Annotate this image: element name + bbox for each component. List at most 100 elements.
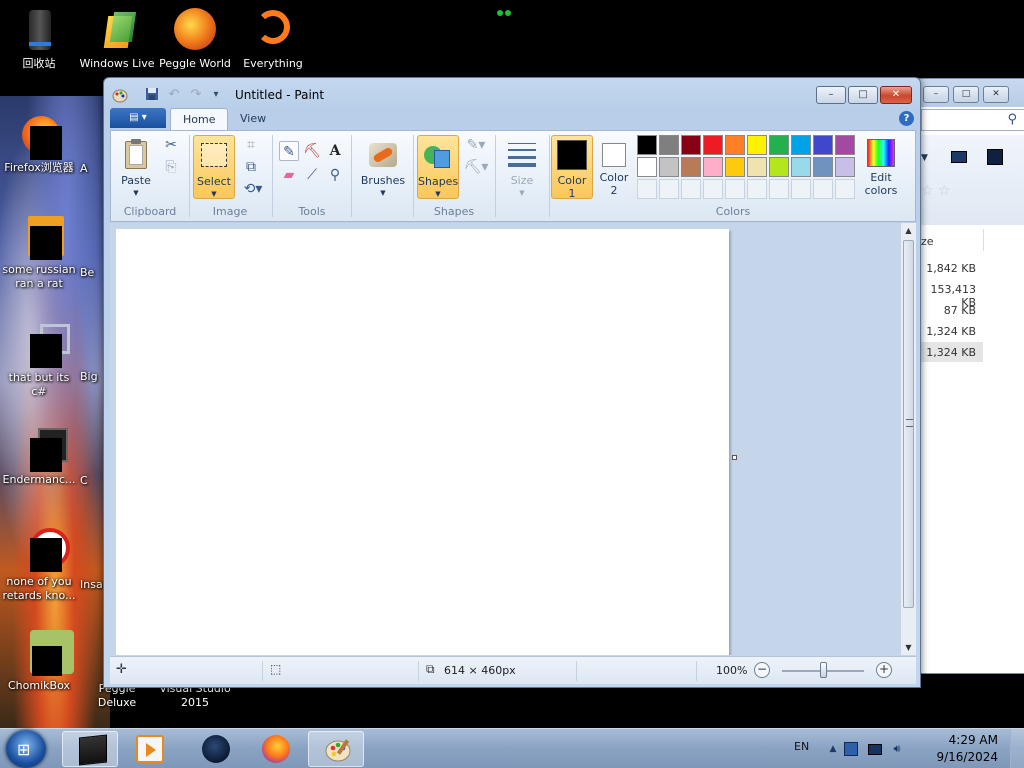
palette-swatch[interactable] [681, 135, 701, 155]
taskbar-item-steam[interactable] [186, 731, 242, 767]
taskbar-item-firefox[interactable] [246, 731, 302, 767]
custom-color-slot[interactable] [659, 179, 679, 199]
outline-icon[interactable]: ✎▾ [463, 135, 489, 155]
palette-swatch[interactable] [747, 157, 767, 177]
zoom-in-button[interactable]: + [876, 662, 892, 678]
palette-swatch[interactable] [703, 157, 723, 177]
palette-swatch[interactable] [681, 157, 701, 177]
palette-swatch[interactable] [769, 157, 789, 177]
taskbar-item-paint[interactable] [308, 731, 364, 767]
palette-swatch[interactable] [769, 135, 789, 155]
palette-swatch[interactable] [747, 135, 767, 155]
brushes-button[interactable]: Brushes ▼ [359, 135, 407, 199]
desktop-icon-chomikbox[interactable]: ChomikBox [0, 630, 78, 693]
desktop-icon-recycle-bin[interactable]: 回收站 [0, 8, 78, 71]
desktop-icon-peggle-world[interactable]: Peggle World [156, 8, 234, 71]
color-picker-icon[interactable]: ⟋ [302, 165, 322, 185]
palette-swatch[interactable] [725, 157, 745, 177]
paste-button[interactable]: Paste ▼ [117, 135, 155, 197]
cut-icon[interactable]: ✂ [161, 135, 181, 155]
custom-color-slot[interactable] [813, 179, 833, 199]
color1-button[interactable]: Color 1 [551, 135, 593, 200]
palette-swatch[interactable] [725, 135, 745, 155]
size-button[interactable]: Size ▼ [501, 135, 543, 199]
fill-bucket-icon[interactable]: ⛏ [302, 141, 322, 161]
resize-icon[interactable]: ⧉ [241, 157, 261, 177]
custom-color-slot[interactable] [747, 179, 767, 199]
explorer-maximize-button[interactable]: □ [953, 86, 979, 103]
magnifier-icon[interactable]: ⚲ [325, 165, 345, 185]
palette-swatch[interactable] [791, 157, 811, 177]
taskbar-item-media-player[interactable] [120, 731, 176, 767]
desktop-icon-none-of-you[interactable]: none of you retards kno... [0, 526, 78, 603]
eraser-icon[interactable]: ▰ [279, 165, 299, 185]
paint-titlebar[interactable]: ↶ ↷ ▾ Untitled - Paint – □ ✕ [104, 78, 920, 108]
explorer-search-field[interactable]: ⚲ [921, 109, 1024, 131]
custom-color-slot[interactable] [769, 179, 789, 199]
desktop-icon-endermanch[interactable]: Endermanc... [0, 424, 78, 487]
palette-swatch[interactable] [835, 135, 855, 155]
taskbar-item-explorer[interactable] [62, 731, 118, 767]
desktop-icon-csharp-shortcut[interactable]: that but its c# [0, 322, 78, 399]
start-button[interactable]: ⊞ [6, 730, 46, 768]
maximize-button[interactable]: □ [848, 86, 878, 104]
close-button[interactable]: ✕ [880, 86, 912, 104]
palette-swatch[interactable] [791, 135, 811, 155]
palette-swatch[interactable] [813, 157, 833, 177]
scroll-down-button[interactable]: ▼ [901, 640, 916, 655]
undo-icon[interactable]: ↶ [166, 87, 182, 103]
edit-colors-button[interactable]: Edit colors [857, 135, 905, 199]
palette-swatch[interactable] [637, 157, 657, 177]
vertical-scrollbar[interactable]: ▲ ▼ [900, 223, 916, 655]
save-icon[interactable] [144, 87, 160, 103]
help-icon[interactable]: ? [899, 111, 914, 126]
custom-color-slot[interactable] [791, 179, 811, 199]
explorer-window[interactable]: – □ ✕ ⚲ ▼ ☆ ☆ ze 1,842 KB 153,413 KB 87 … [916, 78, 1024, 674]
color2-button[interactable]: Color 2 [595, 135, 633, 199]
palette-swatch[interactable] [813, 135, 833, 155]
show-hidden-icons-icon[interactable]: ▲ [826, 742, 840, 756]
custom-color-slot[interactable] [703, 179, 723, 199]
redo-icon[interactable]: ↷ [188, 87, 204, 103]
crop-icon[interactable]: ⌗ [241, 135, 261, 155]
shapes-button[interactable]: Shapes ▼ [417, 135, 459, 199]
custom-color-slot[interactable] [725, 179, 745, 199]
clock-date[interactable]: 9/16/2024 [936, 750, 998, 764]
scrollbar-thumb[interactable] [903, 240, 914, 608]
volume-icon[interactable]: 🔊︎ [890, 742, 904, 756]
paint-window[interactable]: ↶ ↷ ▾ Untitled - Paint – □ ✕ ▤ ▾ Home Vi… [103, 77, 921, 688]
pencil-icon[interactable]: ✎ [279, 141, 299, 161]
canvas-resize-handle[interactable] [732, 455, 737, 460]
palette-swatch[interactable] [703, 135, 723, 155]
scroll-up-button[interactable]: ▲ [901, 223, 916, 238]
monitor-icon[interactable] [868, 744, 882, 755]
zoom-out-button[interactable]: − [754, 662, 770, 678]
paint-menu-button[interactable]: ▤ ▾ [110, 108, 166, 128]
desktop-icon-firefox[interactable]: Firefox浏览器 [0, 112, 78, 175]
rotate-icon[interactable]: ⟲▾ [241, 179, 265, 199]
copy-icon[interactable]: ⎘ [161, 157, 181, 177]
text-icon[interactable]: A [325, 141, 345, 161]
explorer-minimize-button[interactable]: – [923, 86, 949, 103]
desktop-icon-java-shortcut[interactable]: some russian ran a rat [0, 214, 78, 291]
desktop-icon-windows-live[interactable]: Windows Live [78, 8, 156, 71]
palette-swatch[interactable] [659, 135, 679, 155]
size-column-header[interactable]: ze [921, 235, 934, 248]
custom-color-slot[interactable] [637, 179, 657, 199]
desktop-icon-everything[interactable]: Everything [234, 8, 312, 71]
minimize-button[interactable]: – [816, 86, 846, 104]
tab-view[interactable]: View [228, 108, 278, 130]
zoom-slider-thumb[interactable] [820, 662, 827, 678]
fill-icon[interactable]: ⛏▾ [463, 157, 489, 177]
select-button[interactable]: Select ▼ [193, 135, 235, 199]
drawing-canvas[interactable] [116, 229, 729, 655]
custom-color-slot[interactable] [835, 179, 855, 199]
network-adapter-icon[interactable] [844, 742, 858, 756]
clock-time[interactable]: 4:29 AM [949, 733, 998, 747]
language-indicator[interactable]: EN [794, 740, 809, 753]
palette-swatch[interactable] [835, 157, 855, 177]
palette-swatch[interactable] [637, 135, 657, 155]
show-desktop-button[interactable] [1010, 729, 1024, 768]
explorer-close-button[interactable]: ✕ [983, 86, 1009, 103]
customize-quick-access-icon[interactable]: ▾ [208, 87, 224, 103]
